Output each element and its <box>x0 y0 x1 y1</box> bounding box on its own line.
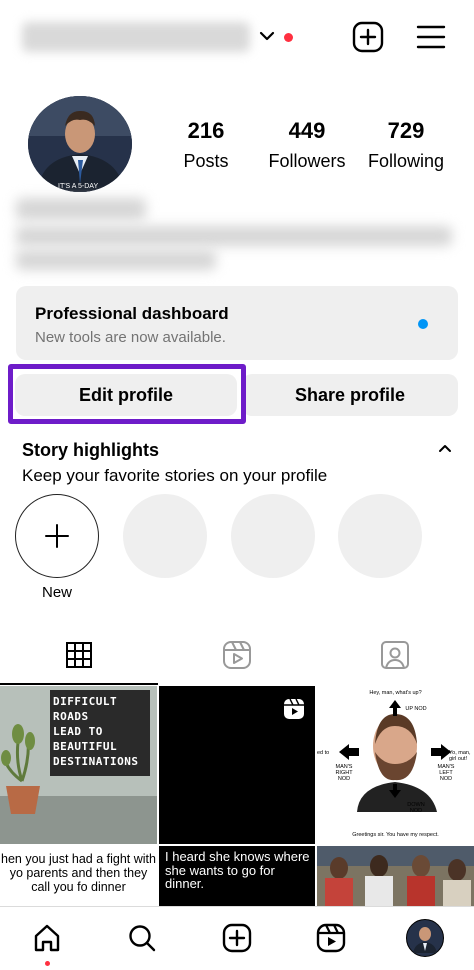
bottom-navigation <box>0 906 474 970</box>
bio-line-blurred <box>16 226 452 246</box>
highlight-placeholder <box>338 494 422 578</box>
nav-search[interactable] <box>125 921 159 955</box>
share-profile-button[interactable]: Share profile <box>242 374 458 416</box>
tagged-icon <box>381 641 409 669</box>
highlight-placeholder <box>123 494 207 578</box>
reels-icon <box>223 641 251 669</box>
chevron-up-icon[interactable] <box>436 440 454 458</box>
chevron-down-icon[interactable] <box>258 26 276 46</box>
nav-profile[interactable] <box>406 919 444 957</box>
notification-dot <box>284 33 293 42</box>
nav-create[interactable] <box>220 921 254 955</box>
highlight-placeholder <box>231 494 315 578</box>
meme-text: UP NOD <box>405 706 427 712</box>
dashboard-subtitle: New tools are now available. <box>35 329 226 346</box>
create-button[interactable] <box>351 20 385 54</box>
dashboard-title: Professional dashboard <box>35 304 229 323</box>
story-highlights-subtitle: Keep your favorite stories on your profi… <box>22 466 328 485</box>
nav-reels[interactable] <box>314 921 348 955</box>
new-highlight-button[interactable] <box>15 494 99 578</box>
plus-square-icon <box>352 21 384 53</box>
home-icon <box>34 924 60 952</box>
meme-text: Hey, man, what's up? <box>369 690 422 696</box>
tab-tagged[interactable] <box>316 626 474 684</box>
meme-text: MAN'S LEFT NOD <box>437 764 455 782</box>
tab-reels[interactable] <box>158 626 316 684</box>
following-label: Following <box>367 151 445 171</box>
hamburger-icon <box>416 25 446 49</box>
story-highlights-title: Story highlights <box>22 440 159 460</box>
create-icon <box>222 923 252 953</box>
stat-posts[interactable]: 216 Posts <box>178 118 234 174</box>
reel-badge-icon <box>284 698 304 719</box>
post-thumbnail[interactable]: Hey, man, what's up? UP NOD MAN'S RIGHT … <box>317 686 474 844</box>
followers-count: 449 <box>288 118 326 143</box>
stat-followers[interactable]: 449 Followers <box>262 118 352 174</box>
posts-label: Posts <box>183 151 229 171</box>
svg-text:IT'S A 5-DAY: IT'S A 5-DAY <box>58 183 98 190</box>
profile-avatar <box>406 919 444 957</box>
display-name-blurred <box>16 198 146 220</box>
bio-line-blurred <box>16 250 216 270</box>
posts-count: 216 <box>187 118 225 143</box>
top-bar <box>0 0 474 80</box>
search-icon <box>129 925 156 952</box>
meme-text: Greetings sir. You have my respect. <box>352 832 439 838</box>
following-count: 729 <box>387 118 425 143</box>
meme-text: DOWN NOD <box>407 802 425 814</box>
active-tab-indicator <box>0 683 158 685</box>
post-thumbnail[interactable] <box>317 846 474 906</box>
professional-dashboard-card[interactable]: Professional dashboard New tools are now… <box>16 286 458 360</box>
tab-posts-grid[interactable] <box>0 626 158 684</box>
new-indicator-dot <box>418 319 428 329</box>
meme-text: MAN'S RIGHT NOD <box>335 764 353 782</box>
username-blurred[interactable] <box>22 22 250 52</box>
post-thumbnail[interactable]: DIFFICULT ROADS LEAD TO BEAUTIFUL DESTIN… <box>0 686 157 844</box>
post-thumbnail[interactable]: I heard she knows where she wants to go … <box>159 846 315 906</box>
post-caption: hen you just had a fight with yo parents… <box>1 852 156 894</box>
stat-following[interactable]: 729 Following <box>364 118 448 174</box>
post-thumbnail-reel[interactable] <box>159 686 315 844</box>
followers-label: Followers <box>268 151 346 171</box>
meme-text: Yo, man, girl out! <box>449 750 471 762</box>
meme-text: ed to <box>317 750 330 756</box>
profile-avatar[interactable]: IT'S A 5-DAY <box>28 96 132 192</box>
edit-profile-button[interactable]: Edit profile <box>15 374 237 416</box>
grid-icon <box>66 642 92 668</box>
post-thumbnail[interactable]: hen you just had a fight with yo parents… <box>0 846 157 906</box>
reels-icon <box>316 923 346 953</box>
nav-home[interactable] <box>30 921 64 955</box>
menu-button[interactable] <box>414 20 448 54</box>
new-highlight-label: New <box>41 584 72 601</box>
notification-dot <box>45 961 50 966</box>
letterboard-text: DIFFICULT ROADS LEAD TO BEAUTIFUL DESTIN… <box>50 690 150 776</box>
plus-icon <box>45 524 69 548</box>
post-caption: I heard she knows where she wants to go … <box>165 849 310 891</box>
